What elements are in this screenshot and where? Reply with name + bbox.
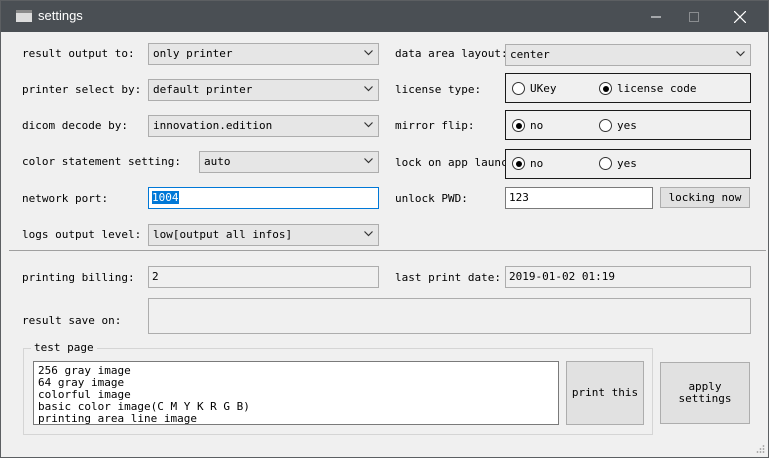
apply-settings-button[interactable]: apply settings <box>660 362 750 424</box>
lock-yes-radio[interactable]: yes <box>599 157 637 170</box>
printing-billing-value: 2 <box>152 270 159 283</box>
dicom-decode-label: dicom decode by: <box>22 119 128 132</box>
last-print-date-field: 2019-01-02 01:19 <box>505 266 751 288</box>
license-ukey-radio[interactable]: UKey <box>512 82 557 95</box>
last-print-date-label: last print date: <box>395 271 501 284</box>
printer-select-value: default printer <box>153 83 253 96</box>
close-button[interactable] <box>717 1 763 32</box>
mirror-flip-group: no yes <box>505 110 751 140</box>
mirror-yes-label: yes <box>617 119 637 132</box>
printing-billing-field: 2 <box>148 266 379 288</box>
radio-circle <box>599 119 612 132</box>
chevron-down-icon <box>364 158 373 164</box>
license-code-radio[interactable]: license code <box>599 82 696 95</box>
license-code-label: license code <box>617 82 697 95</box>
apply-settings-label-line2: settings <box>678 392 732 405</box>
printer-select-dropdown[interactable]: default printer <box>148 79 379 101</box>
data-area-layout-value: center <box>510 48 550 61</box>
chevron-down-icon <box>364 50 373 56</box>
result-output-value: only printer <box>153 47 233 60</box>
printer-select-label: printer select by: <box>22 83 142 96</box>
logs-output-value: low[output all infos] <box>153 228 293 241</box>
license-type-group: UKey license code <box>505 73 751 103</box>
chevron-down-icon <box>736 51 745 57</box>
unlock-pwd-value: 123 <box>509 191 529 204</box>
radio-circle-selected <box>512 157 525 170</box>
unlock-pwd-input[interactable]: 123 <box>505 187 653 209</box>
maximize-icon <box>689 11 699 22</box>
section-divider <box>9 250 766 251</box>
dicom-decode-dropdown[interactable]: innovation.edition <box>148 115 379 137</box>
radio-circle <box>512 82 525 95</box>
radio-circle-selected <box>512 119 525 132</box>
lock-no-label: no <box>530 157 544 170</box>
result-save-on-field <box>148 298 751 334</box>
result-output-label: result output to: <box>22 47 135 60</box>
lock-yes-label: yes <box>617 157 637 170</box>
chevron-down-icon <box>364 122 373 128</box>
unlock-pwd-label: unlock PWD: <box>395 192 468 205</box>
color-statement-dropdown[interactable]: auto <box>199 151 379 173</box>
radio-circle-selected <box>599 82 612 95</box>
network-port-value: 1004 <box>152 191 179 204</box>
data-area-layout-dropdown[interactable]: center <box>505 44 751 66</box>
mirror-yes-radio[interactable]: yes <box>599 119 637 132</box>
chevron-down-icon <box>364 86 373 92</box>
logs-output-dropdown[interactable]: low[output all infos] <box>148 224 379 246</box>
color-statement-label: color statement setting: <box>22 155 181 168</box>
mirror-no-radio[interactable]: no <box>512 119 543 132</box>
last-print-date-value: 2019-01-02 01:19 <box>509 270 615 283</box>
test-page-item[interactable]: printing area line image <box>38 413 554 425</box>
lock-on-launch-label: lock on app launch <box>395 156 515 169</box>
radio-circle <box>599 157 612 170</box>
print-this-button[interactable]: print this <box>566 361 644 425</box>
data-area-layout-label: data area layout: <box>395 47 508 60</box>
license-ukey-label: UKey <box>530 82 557 95</box>
dicom-decode-value: innovation.edition <box>153 119 273 132</box>
app-window-icon <box>16 10 32 22</box>
license-type-label: license type: <box>395 83 482 96</box>
test-page-legend: test page <box>31 342 97 354</box>
close-icon <box>734 10 746 23</box>
lock-on-launch-group: no yes <box>505 149 751 179</box>
result-output-dropdown[interactable]: only printer <box>148 43 379 65</box>
maximize-button[interactable] <box>671 1 717 32</box>
network-port-label: network port: <box>22 192 109 205</box>
title-bar[interactable]: settings <box>1 1 768 32</box>
color-statement-value: auto <box>204 155 231 168</box>
locking-now-button[interactable]: locking now <box>660 187 750 208</box>
resize-grip-icon[interactable] <box>755 444 765 454</box>
logs-output-label: logs output level: <box>22 228 142 241</box>
minimize-icon <box>651 16 661 17</box>
mirror-no-label: no <box>530 119 544 132</box>
result-save-on-label: result save on: <box>22 314 122 327</box>
test-page-list[interactable]: 256 gray image 64 gray image colorful im… <box>33 361 559 425</box>
printing-billing-label: printing billing: <box>22 271 135 284</box>
lock-no-radio[interactable]: no <box>512 157 543 170</box>
mirror-flip-label: mirror flip: <box>395 119 475 132</box>
chevron-down-icon <box>364 231 373 237</box>
network-port-input[interactable]: 1004 <box>148 187 379 209</box>
settings-window: settings result output to: only printer … <box>0 0 769 458</box>
window-title: settings <box>38 8 83 23</box>
